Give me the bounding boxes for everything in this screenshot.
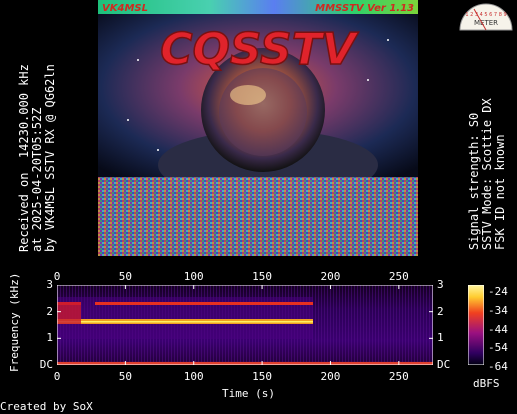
x-tick-label-top: 250 — [388, 270, 409, 283]
reception-frequency-text: Received on 14230.000 kHz — [17, 64, 31, 252]
frequency-axis-label: Frequency (kHz) — [8, 272, 21, 372]
x-tick-label-top: 50 — [118, 270, 132, 283]
y-tick-label-left: 3 — [46, 278, 53, 291]
sstv-mode-text: SSTV Mode: Scottie DX — [480, 98, 494, 250]
reception-info-caption: Received on 14230.000 kHz at 2025-04-20T… — [17, 64, 57, 253]
x-tick-label-bottom: 200 — [320, 370, 341, 383]
colorbar-tick-label: -44 — [488, 322, 508, 336]
x-tick-label-top: 0 — [53, 270, 61, 283]
signal-strength-text: Signal strength: S0 — [467, 112, 481, 250]
sstv-decoded-image: VK4MSL MMSSTV Ver 1.13 CQSSTV — [98, 0, 418, 256]
y-tick-label-right: 3 — [437, 278, 444, 291]
x-tick-label-top: 100 — [183, 270, 204, 283]
meter-label-text: METER — [474, 19, 498, 27]
x-tick-label-bottom: 250 — [388, 370, 409, 383]
reception-time-text: at 2025-04-20T05:52Z — [30, 107, 44, 253]
spectrogram-plot — [56, 284, 434, 366]
colorbar-tick-label: -34 — [488, 303, 508, 317]
x-tick-label-bottom: 0 — [53, 370, 61, 383]
y-tick-label-left: 2 — [46, 304, 53, 318]
sstv-software-text: MMSSTV Ver 1.13 — [315, 3, 414, 14]
colorbar-tick-label: -24 — [488, 285, 508, 298]
colorbar-unit-label: dBFS — [473, 377, 500, 390]
time-axis-label: Time (s) — [222, 387, 275, 400]
sync-tone-line-upper-2 — [95, 302, 313, 305]
signal-meter-icon: 1 2 3 4 5 6 7 8 9 METER — [456, 0, 516, 34]
sstv-callsign-text: VK4MSL — [102, 3, 148, 14]
sync-block — [57, 302, 81, 324]
sstv-headline: CQSSTV — [160, 24, 359, 75]
meter-scale-text: 1 2 3 4 5 6 7 8 9 — [465, 12, 506, 18]
x-tick-label-top: 200 — [320, 270, 341, 283]
y-tick-label-left: 1 — [46, 331, 53, 345]
y-tick-label-right: 1 — [437, 331, 444, 345]
sstv-noise-band — [98, 177, 418, 256]
x-tick-label-bottom: 150 — [252, 370, 273, 383]
spectrogram-colorbar — [467, 284, 485, 366]
fsk-id-text: FSK ID not known — [493, 134, 507, 250]
y-tick-label-right: DC — [437, 358, 451, 371]
colorbar-tick-label: -54 — [488, 341, 508, 355]
signal-info-caption: Signal strength: S0 SSTV Mode: Scottie D… — [467, 98, 507, 250]
x-tick-label-top: 150 — [252, 270, 273, 283]
reception-station-text: by VK4MSL SSTV RX @ QG62ln — [43, 64, 57, 252]
x-tick-label-bottom: 100 — [183, 370, 204, 383]
x-tick-label-bottom: 50 — [118, 370, 132, 383]
y-tick-label-left: DC — [39, 358, 53, 371]
y-tick-label-right: 2 — [437, 304, 444, 318]
credit-text: Created by SoX — [0, 400, 93, 413]
colorbar-tick-label: -64 — [488, 360, 508, 373]
